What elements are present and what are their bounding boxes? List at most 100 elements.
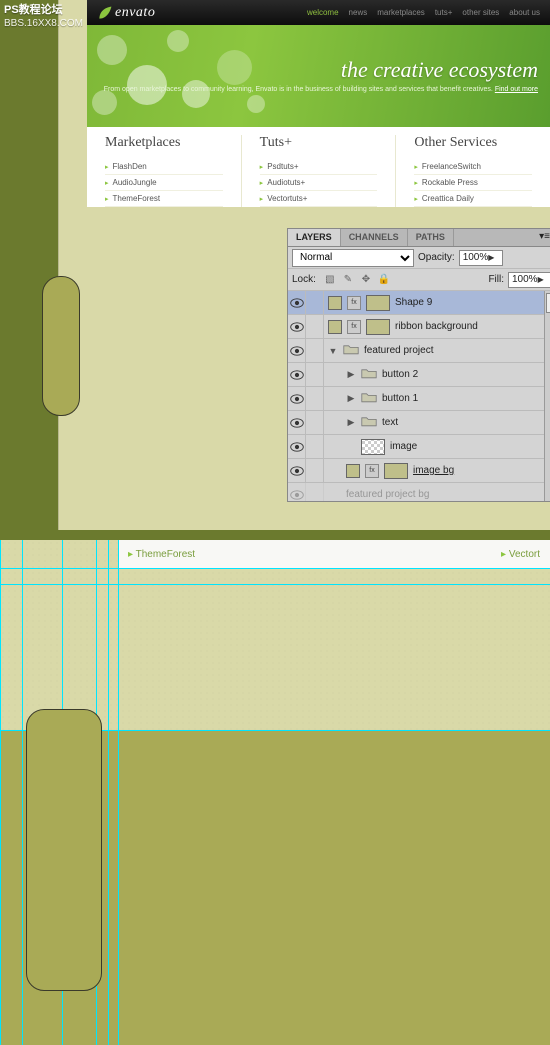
scrollbar[interactable] — [544, 291, 550, 501]
layer-name[interactable]: button 1 — [382, 393, 418, 404]
opacity-input[interactable]: 100%▶ — [459, 250, 503, 266]
column-title: Other Services — [414, 135, 532, 151]
panel-menu-icon[interactable]: ▾≡ — [533, 229, 550, 246]
column-link[interactable]: Vectortuts+ — [260, 191, 378, 207]
panel-tab[interactable]: CHANNELS — [341, 229, 408, 246]
watermark-line2: BBS.16XX8.COM — [4, 17, 83, 30]
layer-body: ▶ text — [324, 411, 550, 434]
nav-link[interactable]: welcome — [307, 8, 339, 17]
column-link[interactable]: FreelanceSwitch — [414, 159, 532, 175]
layer-row[interactable]: featured project bg — [288, 483, 550, 501]
lock-transparent-icon[interactable]: ▧ — [324, 274, 336, 286]
lock-fill-row: Lock: ▧ ✎ ✥ 🔒 Fill: 100%▶ — [288, 269, 550, 291]
panel-tab[interactable]: LAYERS — [288, 229, 341, 246]
blend-opacity-row: Normal Opacity: 100%▶ — [288, 247, 550, 269]
layer-row[interactable]: ▼ featured project — [288, 339, 550, 363]
arrow-right-icon[interactable]: ▶ — [488, 253, 498, 262]
guide-vertical — [0, 540, 1, 1045]
layer-name[interactable]: image bg — [413, 465, 454, 476]
link-column-cell[interactable] — [306, 387, 324, 411]
lock-move-icon[interactable]: ✥ — [360, 274, 372, 286]
visibility-eye-icon[interactable] — [288, 435, 306, 459]
column-link[interactable]: Audiotuts+ — [260, 175, 378, 191]
layer-thumbnail — [366, 295, 390, 311]
layer-row[interactable]: image — [288, 435, 550, 459]
visibility-eye-icon[interactable] — [288, 387, 306, 411]
blend-mode-select[interactable]: Normal — [292, 249, 414, 267]
guide-horizontal — [0, 584, 550, 585]
layer-row[interactable]: fx ribbon background — [288, 315, 550, 339]
color-swatch — [328, 296, 342, 310]
visibility-eye-icon[interactable] — [288, 411, 306, 435]
site-logo[interactable]: envato — [97, 5, 155, 21]
layer-name[interactable]: button 2 — [382, 369, 418, 380]
fill-input[interactable]: 100%▶ — [508, 272, 550, 288]
fx-badge-icon[interactable]: fx — [347, 320, 361, 334]
color-swatch — [346, 464, 360, 478]
column-link[interactable]: Psdtuts+ — [260, 159, 378, 175]
disclosure-triangle-icon[interactable]: ▶ — [346, 393, 356, 404]
link-column-cell[interactable] — [306, 291, 324, 315]
link-column-cell[interactable] — [306, 339, 324, 363]
visibility-eye-icon[interactable] — [288, 315, 306, 339]
link-columns: MarketplacesFlashDenAudioJungleThemeFore… — [87, 127, 550, 207]
nav-link[interactable]: tuts+ — [435, 8, 453, 17]
hero-link[interactable]: Find out more — [495, 86, 538, 93]
scroll-thumb[interactable] — [546, 293, 550, 313]
rounded-rect-shape-1 — [42, 276, 80, 416]
layer-row[interactable]: ▶ text — [288, 411, 550, 435]
column-link[interactable]: FlashDen — [105, 159, 223, 175]
link-column-cell[interactable] — [306, 363, 324, 387]
layer-row[interactable]: fx Shape 9 — [288, 291, 550, 315]
visibility-eye-icon[interactable] — [288, 339, 306, 363]
guide-vertical — [22, 540, 23, 1045]
column-list: FreelanceSwitchRockable PressCreattica D… — [414, 159, 532, 207]
layer-name[interactable]: text — [382, 417, 398, 428]
lock-label: Lock: — [292, 274, 316, 285]
layer-row[interactable]: ▶ button 1 — [288, 387, 550, 411]
layer-name[interactable]: Shape 9 — [395, 297, 432, 308]
nav-link[interactable]: marketplaces — [377, 8, 425, 17]
arrow-right-icon[interactable]: ▶ — [538, 275, 548, 284]
column-link[interactable]: Creattica Daily — [414, 191, 532, 207]
layer-body: ▶ button 2 — [324, 363, 550, 386]
link-column-cell[interactable] — [306, 483, 324, 502]
nav-link[interactable]: about us — [509, 8, 540, 17]
strip-right[interactable]: Vectort — [501, 549, 540, 560]
visibility-eye-icon[interactable] — [288, 363, 306, 387]
link-column-cell[interactable] — [306, 459, 324, 483]
lock-all-icon[interactable]: 🔒 — [378, 274, 390, 286]
link-column-cell[interactable] — [306, 315, 324, 339]
column-title: Tuts+ — [260, 135, 378, 151]
panel-tab[interactable]: PATHS — [408, 229, 454, 246]
disclosure-triangle-icon[interactable]: ▶ — [346, 369, 356, 380]
nav-link[interactable]: other sites — [462, 8, 499, 17]
disclosure-triangle-icon[interactable]: ▶ — [346, 417, 356, 428]
link-column-cell[interactable] — [306, 411, 324, 435]
layer-name[interactable]: featured project — [364, 345, 434, 356]
link-column-cell[interactable] — [306, 435, 324, 459]
visibility-eye-icon[interactable] — [288, 459, 306, 483]
strip-left[interactable]: ThemeForest — [128, 549, 195, 560]
column-link[interactable]: Rockable Press — [414, 175, 532, 191]
layer-name[interactable]: ribbon background — [395, 321, 478, 332]
layer-row[interactable]: ▶ button 2 — [288, 363, 550, 387]
column-link[interactable]: ThemeForest — [105, 191, 223, 207]
layer-name[interactable]: featured project bg — [346, 489, 429, 500]
column-list: FlashDenAudioJungleThemeForest — [105, 159, 223, 207]
hero-banner: the creative ecosystem From open marketp… — [87, 25, 550, 127]
column-link[interactable]: AudioJungle — [105, 175, 223, 191]
fx-badge-icon[interactable]: fx — [347, 296, 361, 310]
disclosure-triangle-icon[interactable]: ▼ — [328, 346, 338, 356]
watermark-line1: PS教程论坛 — [4, 4, 83, 17]
lock-brush-icon[interactable]: ✎ — [342, 274, 354, 286]
layer-row[interactable]: fx image bg — [288, 459, 550, 483]
nav-link[interactable]: news — [349, 8, 368, 17]
visibility-eye-icon[interactable] — [288, 291, 306, 315]
layer-name[interactable]: image — [390, 441, 417, 452]
fx-badge-icon[interactable]: fx — [365, 464, 379, 478]
visibility-eye-icon[interactable] — [288, 483, 306, 502]
guide-vertical — [118, 540, 119, 1045]
layer-body: featured project bg — [324, 483, 550, 501]
folder-icon — [361, 415, 377, 430]
